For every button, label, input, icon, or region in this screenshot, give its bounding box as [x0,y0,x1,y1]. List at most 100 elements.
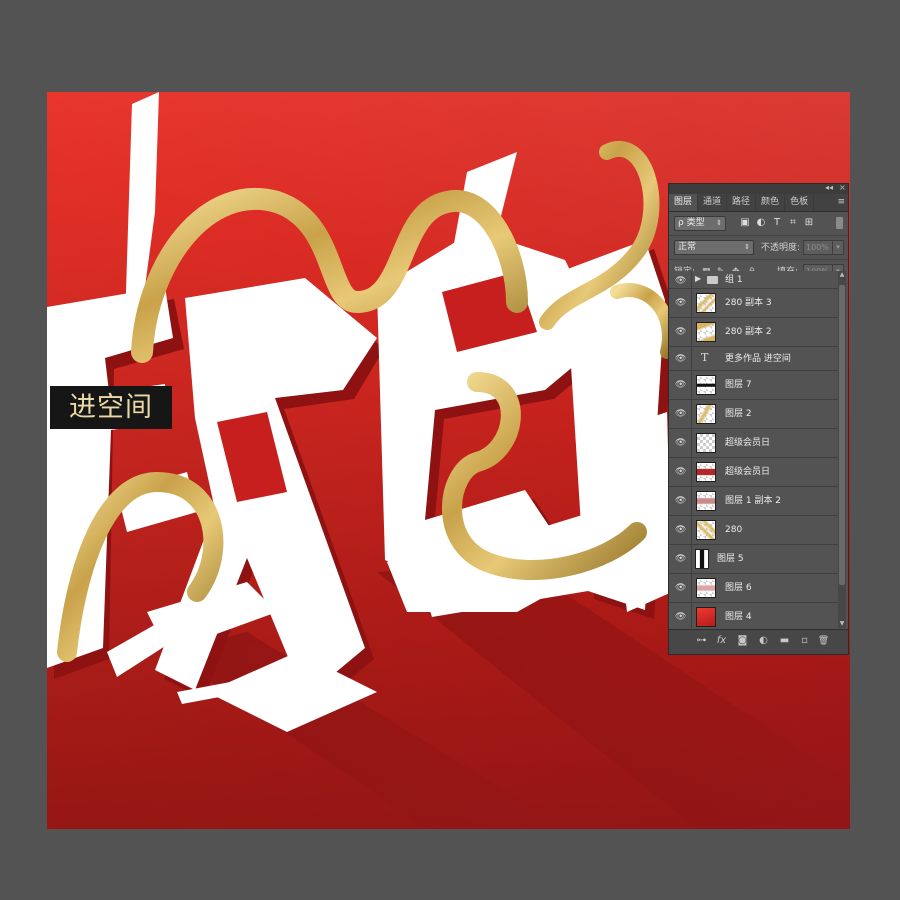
visibility-eye-icon[interactable]: 👁 [675,467,686,477]
layer-row[interactable]: 👁 图层 6 [669,574,839,603]
visibility-eye-icon[interactable]: 👁 [675,354,686,364]
text-layer-icon: T [701,351,709,364]
layer-separator [691,429,692,457]
layer-name: 280 [725,525,743,535]
layer-row[interactable]: 👁 280 副本 3 [669,289,839,318]
blend-row: 正常 ⇕ 不透明度: 100% ▾ [669,236,848,260]
scrollbar-thumb[interactable] [839,285,845,585]
layer-row-group-1[interactable]: 👁 ▶ 组 1 [669,271,839,289]
layer-thumbnail [696,375,716,395]
scroll-up-icon[interactable]: ▲ [838,271,846,279]
visibility-eye-icon[interactable]: 👁 [675,583,686,593]
folder-icon [707,276,718,284]
layers-panel: ◂◂ × 图层 通道 路径 颜色 色板 ≡ ρ 类型 ⇕ ▣ ◐ T ⌗ ⊞ 正… [668,183,849,655]
panel-tabs: 图层 通道 路径 颜色 色板 ≡ [669,194,848,212]
dropdown-arrow-icon: ⇕ [716,219,722,227]
image-icon[interactable]: ▣ [739,217,751,229]
layer-name: 图层 5 [717,554,744,564]
filter-toggle[interactable] [836,217,843,229]
visibility-eye-icon[interactable]: 👁 [675,327,686,337]
layer-name: 280 副本 3 [725,298,772,308]
type-icon[interactable]: T [771,217,783,229]
layer-separator [691,545,692,573]
layers-scrollbar[interactable]: ▲ ▼ [838,271,846,628]
layer-thumbnail [696,607,716,627]
collapse-panel-icon[interactable]: ◂◂ [825,183,833,193]
link-layers-icon[interactable]: ⊶ [695,635,708,647]
layer-separator [691,400,692,428]
delete-layer-icon[interactable]: 🗑 [817,635,830,647]
layer-name: 超级会员日 [725,438,771,448]
search-icon: ρ [678,218,684,228]
opacity-label: 不透明度: [761,243,801,253]
layer-thumbnail [696,404,716,424]
tab-channels[interactable]: 通道 [698,194,728,211]
layer-row[interactable]: 👁 超级会员日 [669,458,839,487]
visibility-eye-icon[interactable]: 👁 [675,298,686,308]
layer-separator [691,318,692,346]
filter-kind-value: 类型 [686,218,705,228]
tab-color[interactable]: 颜色 [756,194,786,211]
layer-thumbnail [696,578,716,598]
layer-row[interactable]: 👁 280 副本 2 [669,318,839,347]
layers-list: 👁 ▶ 组 1 👁 280 副本 3 👁 280 副本 2 👁 T 更多作品 进… [669,271,839,628]
visibility-eye-icon[interactable]: 👁 [675,612,686,622]
layer-thumbnail [696,491,716,511]
layer-thumbnail [696,322,716,342]
layer-row[interactable]: 👁 图层 1 副本 2 [669,487,839,516]
layer-separator [691,516,692,544]
fx-icon[interactable]: fx [715,635,728,647]
badge-label: 进空间 [50,386,172,429]
blend-mode-value: 正常 [678,242,697,252]
shape-icon[interactable]: ⌗ [787,217,799,229]
visibility-eye-icon[interactable]: 👁 [675,496,686,506]
smart-object-icon[interactable]: ⊞ [803,217,815,229]
adjustment-icon[interactable]: ◐ [755,217,767,229]
layer-row[interactable]: 👁 图层 5 [669,545,839,574]
visibility-eye-icon[interactable]: 👁 [675,276,686,286]
panel-menu-icon[interactable]: ≡ [837,194,845,211]
layer-row[interactable]: 👁 T 更多作品 进空间 [669,347,839,371]
panel-title-bar[interactable]: ◂◂ × [669,183,848,194]
visibility-eye-icon[interactable]: 👁 [675,380,686,390]
layer-separator [691,289,692,317]
close-panel-icon[interactable]: × [839,183,846,193]
visibility-eye-icon[interactable]: 👁 [675,438,686,448]
layer-name: 图层 1 副本 2 [725,496,782,506]
filter-kind-dropdown[interactable]: ρ 类型 ⇕ [674,216,726,231]
layer-separator [691,603,692,628]
visibility-eye-icon[interactable]: 👁 [675,409,686,419]
layer-row[interactable]: 👁 图层 4 [669,603,839,628]
layer-name: 280 副本 2 [725,327,772,337]
new-layer-icon[interactable]: ▫ [798,635,811,647]
tab-paths[interactable]: 路径 [727,194,757,211]
layer-name: 图层 7 [725,380,752,390]
opacity-field[interactable]: 100% [803,240,833,255]
blend-mode-dropdown[interactable]: 正常 ⇕ [674,240,754,255]
tab-swatches[interactable]: 色板 [785,194,815,211]
layer-name: 图层 4 [725,612,752,622]
layer-row[interactable]: 👁 280 [669,516,839,545]
visibility-eye-icon[interactable]: 👁 [675,554,686,564]
layer-separator [691,371,692,399]
new-adjustment-icon[interactable]: ◐ [757,635,770,647]
visibility-eye-icon[interactable]: 👁 [675,525,686,535]
expand-triangle-icon[interactable]: ▶ [695,274,701,283]
layer-separator [691,271,692,288]
layer-row[interactable]: 👁 超级会员日 [669,429,839,458]
layer-separator [691,574,692,602]
layer-row[interactable]: 👁 图层 7 [669,371,839,400]
layer-filter-row: ρ 类型 ⇕ ▣ ◐ T ⌗ ⊞ [669,212,848,236]
layer-separator [691,347,692,370]
layers-bottom-toolbar: ⊶ fx ◙ ◐ ▬ ▫ 🗑 [669,629,848,654]
layer-name: 组 1 [725,275,743,285]
layer-row[interactable]: 👁 图层 2 [669,400,839,429]
scroll-down-icon[interactable]: ▼ [838,620,846,628]
layer-thumbnail [695,549,709,569]
layer-name: 超级会员日 [725,467,771,477]
layer-separator [691,487,692,515]
opacity-arrow-icon[interactable]: ▾ [832,240,844,255]
new-group-icon[interactable]: ▬ [778,635,791,647]
add-mask-icon[interactable]: ◙ [736,635,749,647]
tab-layers[interactable]: 图层 [669,194,699,211]
